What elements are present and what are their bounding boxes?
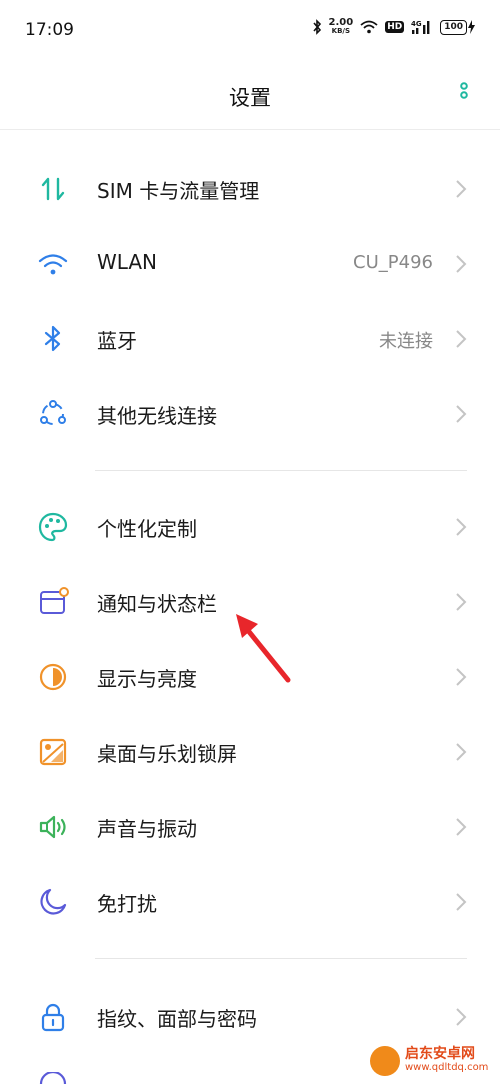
chevron-right-icon — [456, 180, 467, 198]
brightness-icon — [39, 663, 67, 691]
sound-icon — [39, 815, 66, 839]
setting-label: 免打扰 — [97, 892, 157, 916]
chevron-right-icon — [456, 330, 467, 348]
chevron-right-icon — [456, 1008, 467, 1026]
wifi-icon — [38, 254, 68, 275]
chevron-right-icon — [456, 893, 467, 911]
wifi-status-icon — [360, 20, 378, 34]
palette-icon — [38, 512, 68, 542]
signal-4g-label: 4G — [411, 20, 422, 28]
status-time: 17:09 — [25, 20, 74, 40]
chevron-right-icon — [456, 668, 467, 686]
setting-label: 声音与振动 — [97, 817, 197, 841]
setting-label: 个性化定制 — [97, 517, 197, 541]
watermark-text: 启东安卓网 www.qdltdq.com — [405, 1046, 489, 1074]
status-icons: 2.00 KB/S HD 4G 100 — [312, 18, 477, 36]
setting-value: CU_P496 — [353, 252, 433, 273]
chevron-right-icon — [456, 405, 467, 423]
setting-row-other-wireless[interactable]: 其他无线连接 — [0, 376, 500, 451]
watermark-logo — [370, 1046, 400, 1076]
header: 设置 — [0, 60, 500, 130]
wallpaper-icon — [39, 738, 67, 766]
more-vertical-icon[interactable] — [454, 80, 474, 108]
setting-label: 指纹、面部与密码 — [97, 1007, 257, 1031]
setting-row-sim[interactable]: SIM 卡与流量管理 — [0, 151, 500, 226]
moon-icon — [40, 888, 67, 915]
battery-indicator: 100 — [440, 19, 476, 35]
setting-row-personalization[interactable]: 个性化定制 — [0, 489, 500, 564]
chevron-right-icon — [456, 518, 467, 536]
setting-label: 蓝牙 — [97, 329, 137, 353]
chevron-right-icon — [456, 743, 467, 761]
setting-label: WLAN — [97, 250, 158, 274]
chevron-right-icon — [456, 818, 467, 836]
setting-label: 其他无线连接 — [97, 404, 217, 428]
setting-label: 显示与亮度 — [97, 667, 197, 691]
group-divider — [95, 958, 467, 959]
page-title: 设置 — [229, 86, 271, 110]
watermark-url: www.qdltdq.com — [405, 1062, 489, 1073]
setting-label: 通知与状态栏 — [97, 592, 217, 616]
chevron-right-icon — [456, 593, 467, 611]
group-divider — [95, 470, 467, 471]
notification-icon — [40, 587, 69, 614]
charging-icon — [468, 20, 475, 34]
bluetooth-status-icon — [312, 19, 321, 35]
setting-label: 桌面与乐划锁屏 — [97, 742, 237, 766]
setting-row-security[interactable]: 指纹、面部与密码 — [0, 979, 500, 1054]
lock-icon — [41, 1003, 65, 1032]
setting-row-wlan[interactable]: WLAN CU_P496 — [0, 226, 500, 301]
watermark: 启东安卓网 www.qdltdq.com — [370, 1046, 488, 1076]
header-divider — [0, 129, 500, 130]
chevron-right-icon — [456, 255, 467, 273]
setting-row-sound[interactable]: 声音与振动 — [0, 789, 500, 864]
wireless-connections-icon — [40, 400, 66, 425]
battery-level: 100 — [440, 19, 467, 35]
setting-row-home-lockscreen[interactable]: 桌面与乐划锁屏 — [0, 714, 500, 789]
signal-icon: 4G — [411, 20, 430, 34]
watermark-name: 启东安卓网 — [405, 1046, 475, 1062]
setting-value: 未连接 — [379, 331, 433, 352]
setting-row-do-not-disturb[interactable]: 免打扰 — [0, 864, 500, 939]
status-bar: 17:09 2.00 KB/S HD 4G 100 — [0, 0, 500, 60]
setting-label: SIM 卡与流量管理 — [97, 179, 260, 203]
sim-data-icon — [41, 177, 65, 201]
bluetooth-icon — [44, 325, 61, 352]
setting-row-bluetooth[interactable]: 蓝牙 未连接 — [0, 301, 500, 376]
next-row-icon-partial — [39, 1072, 67, 1084]
network-speed: 2.00 KB/S — [328, 17, 354, 36]
hd-badge: HD — [385, 21, 405, 33]
annotation-arrow-icon — [236, 614, 291, 683]
